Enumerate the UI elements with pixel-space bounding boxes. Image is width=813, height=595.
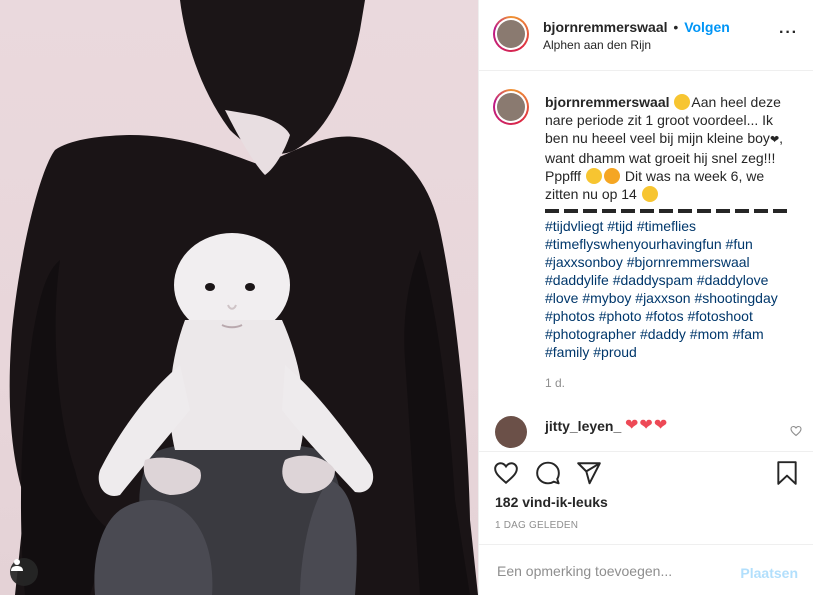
hashtag-link[interactable]: #love xyxy=(545,290,578,306)
hashtag-link[interactable]: #photos xyxy=(545,308,595,324)
hashtag-link[interactable]: #family xyxy=(545,344,589,360)
bookmark-icon[interactable] xyxy=(774,460,800,491)
post-date[interactable]: 1 DAG GELEDEN xyxy=(495,520,578,531)
tagged-users-button[interactable] xyxy=(10,558,38,586)
add-comment-bar: Plaatsen xyxy=(479,544,813,595)
hashtag-link[interactable]: #photo xyxy=(599,308,642,324)
caption-heart-icon: ❤ xyxy=(769,134,780,146)
hashtag-link[interactable]: #bjornremmerswaal xyxy=(627,254,750,270)
author-username[interactable]: bjornremmerswaal xyxy=(543,19,668,35)
thinking-emoji-icon xyxy=(674,94,691,110)
hashtag-link[interactable]: #jaxxson xyxy=(635,290,690,306)
share-icon[interactable] xyxy=(576,460,602,491)
hashtag-link[interactable]: #fun xyxy=(726,236,753,252)
hashtag-link[interactable]: #daddylove xyxy=(697,272,769,288)
hashtag-link[interactable]: #fotoshoot xyxy=(687,308,752,324)
hashtag-link[interactable]: #shootingday xyxy=(694,290,777,306)
hashtag-link[interactable]: #mom xyxy=(690,326,729,342)
heart-icon[interactable] xyxy=(493,460,519,491)
more-options-icon[interactable]: ··· xyxy=(779,25,798,41)
hashtag-list: #tijdvliegt #tijd #timeflies #timeflyswh… xyxy=(545,217,799,361)
comment-item: jitty_leyen_ ❤❤❤ xyxy=(479,404,813,450)
hashtag-link[interactable]: #daddyspam xyxy=(613,272,693,288)
author-line: bjornremmerswaal • Volgen xyxy=(543,19,730,35)
comment-like-icon[interactable] xyxy=(790,424,802,442)
hashtag-link[interactable]: #fam xyxy=(733,326,764,342)
hashtag-link[interactable]: #fotos xyxy=(645,308,683,324)
post-location[interactable]: Alphen aan den Rijn xyxy=(543,38,651,52)
grin-emoji-icon xyxy=(641,186,658,202)
separator-dot: • xyxy=(673,19,679,35)
caption-avatar[interactable] xyxy=(493,89,529,125)
user-icon xyxy=(11,559,23,571)
post-photo[interactable] xyxy=(0,0,478,595)
likes-count[interactable]: 182 vind-ik-leuks xyxy=(495,494,608,510)
hushed-emoji-icon xyxy=(585,168,602,184)
comments-area[interactable]: bjornremmerswaal Aan heel deze nare peri… xyxy=(479,71,813,451)
follow-button[interactable]: Volgen xyxy=(684,19,730,35)
hashtag-link[interactable]: #timeflyswhenyourhavingfun xyxy=(545,236,722,252)
comment-input[interactable] xyxy=(495,559,729,583)
hashtag-link[interactable]: #tijdvliegt xyxy=(545,218,603,234)
hashtag-link[interactable]: #jaxxsonboy xyxy=(545,254,623,270)
hashtag-link[interactable]: #daddy xyxy=(640,326,686,342)
caption-time-ago: 1 d. xyxy=(545,376,566,390)
post-caption: bjornremmerswaal Aan heel deze nare peri… xyxy=(545,93,799,361)
comment-icon[interactable] xyxy=(535,460,561,491)
heart-eyes-emoji-icon xyxy=(603,168,620,184)
post-comment-button[interactable]: Plaatsen xyxy=(740,565,798,581)
comment-text: ❤❤❤ xyxy=(625,417,669,434)
post-side-panel: bjornremmerswaal • Volgen Alphen aan den… xyxy=(478,0,813,595)
hashtag-link[interactable]: #daddylife xyxy=(545,272,609,288)
commenter-username[interactable]: jitty_leyen_ xyxy=(545,418,621,434)
hashtag-link[interactable]: #tijd xyxy=(607,218,633,234)
hashtag-link[interactable]: #photographer xyxy=(545,326,636,342)
author-avatar[interactable] xyxy=(493,16,529,52)
post-header: bjornremmerswaal • Volgen Alphen aan den… xyxy=(479,0,813,71)
caption-divider xyxy=(545,209,789,213)
commenter-avatar[interactable] xyxy=(495,416,527,448)
post-actions xyxy=(479,451,813,495)
hashtag-link[interactable]: #proud xyxy=(593,344,637,360)
hashtag-link[interactable]: #myboy xyxy=(582,290,631,306)
photo-illustration xyxy=(9,0,478,595)
hashtag-link[interactable]: #timeflies xyxy=(637,218,696,234)
caption-username[interactable]: bjornremmerswaal xyxy=(545,94,670,110)
